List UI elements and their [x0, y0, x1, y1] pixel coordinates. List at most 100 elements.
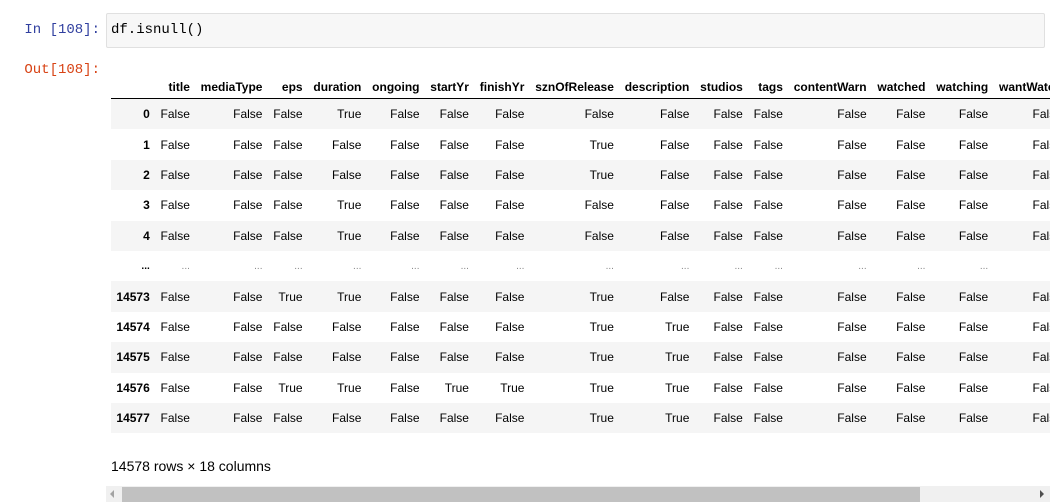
table-cell: False [439, 411, 469, 426]
table-cell: True [337, 107, 362, 122]
table-cell: False [495, 289, 525, 304]
table-row: 1 False False False False False False False True… [111, 129, 1050, 159]
table-cell: True [337, 289, 362, 304]
table-cell: False [896, 319, 926, 334]
table-cell: False [660, 167, 690, 182]
column-header: sznOfRelease [529, 75, 620, 99]
table-cell: False [837, 107, 867, 122]
table-cell: False [1032, 228, 1050, 243]
table-cell: ... [734, 260, 743, 272]
row-index: 14575 [116, 350, 150, 365]
table-cell: False [958, 107, 989, 122]
row-index: 1 [143, 137, 150, 152]
scrollbar-thumb[interactable] [122, 487, 920, 502]
table-cell: False [713, 380, 743, 395]
table-cell: True [589, 380, 614, 395]
table-cell: False [896, 107, 926, 122]
row-index: ... [141, 260, 150, 272]
table-cell: False [160, 198, 190, 213]
table-cell: False [837, 228, 867, 243]
table-cell: False [495, 350, 525, 365]
table-cell: ... [254, 260, 263, 272]
table-cell: False [660, 289, 690, 304]
table-cell: False [660, 228, 690, 243]
table-cell: False [439, 137, 469, 152]
table-cell: False [390, 228, 420, 243]
table-cell: False [713, 228, 743, 243]
column-header: startYr [424, 75, 475, 99]
column-header: studios [694, 75, 749, 99]
table-cell: ... [411, 260, 420, 272]
table-cell: False [753, 107, 783, 122]
table-cell: False [390, 380, 420, 395]
table-cell: False [896, 380, 926, 395]
table-cell: True [665, 350, 690, 365]
table-cell: False [896, 167, 926, 182]
table-cell: False [439, 228, 469, 243]
table-cell: False [1032, 411, 1050, 426]
scroll-left-arrow-icon[interactable] [110, 490, 114, 498]
table-cell: False [1032, 198, 1050, 213]
table-cell: False [837, 411, 867, 426]
table-cell: False [713, 167, 743, 182]
table-cell: False [233, 289, 263, 304]
table-cell: False [390, 411, 420, 426]
out-prompt: Out[108]: [24, 62, 100, 78]
table-cell: False [958, 380, 989, 395]
table-cell: ... [681, 260, 690, 272]
table-row: ........................................… [111, 251, 1050, 281]
table-cell: ... [181, 260, 190, 272]
scroll-right-arrow-icon[interactable] [1040, 490, 1044, 498]
table-cell: False [713, 289, 743, 304]
table-cell: True [500, 380, 525, 395]
table-cell: False [273, 350, 303, 365]
table-cell: False [1032, 137, 1050, 152]
column-header: finishYr [474, 75, 530, 99]
column-header: watching [930, 75, 994, 99]
table-cell: False [273, 167, 303, 182]
column-header: title [155, 75, 196, 99]
horizontal-scrollbar[interactable] [106, 486, 1050, 502]
table-cell: True [665, 380, 690, 395]
table-cell: False [233, 137, 263, 152]
table-cell: False [273, 137, 303, 152]
code-cell[interactable]: df.isnull() [106, 13, 1045, 48]
table-row: 2 False False False False False False False True… [111, 159, 1050, 191]
table-cell: False [837, 380, 867, 395]
table-cell: False [233, 198, 263, 213]
table-cell: False [753, 167, 783, 182]
table-cell: False [896, 198, 926, 213]
table-cell: False [439, 107, 469, 122]
table-cell: True [589, 289, 614, 304]
dataframe-summary: 14578 rows × 18 columns [111, 458, 271, 474]
table-row: 14575 False False False False False False False… [111, 342, 1050, 373]
table-cell: False [160, 107, 190, 122]
table-row: 3 False False False True False False False False… [111, 190, 1050, 220]
code-text[interactable]: df.isnull() [111, 22, 203, 38]
table-cell: False [958, 289, 989, 304]
table-cell: False [439, 319, 469, 334]
row-index: 14573 [116, 289, 150, 304]
table-cell: True [589, 350, 614, 365]
row-index: 14574 [116, 319, 150, 334]
table-cell: False [233, 380, 263, 395]
table-cell: False [495, 137, 525, 152]
table-cell: True [589, 411, 614, 426]
table-cell: False [958, 167, 989, 182]
table-cell: ... [917, 260, 926, 272]
table-cell: False [837, 289, 867, 304]
table-cell: False [837, 167, 867, 182]
table-cell: False [713, 137, 743, 152]
table-cell: False [1032, 107, 1050, 122]
table-cell: False [390, 289, 420, 304]
table-cell: False [233, 350, 263, 365]
column-header: description [619, 75, 695, 99]
table-cell: False [160, 228, 190, 243]
table-cell: False [713, 411, 743, 426]
table-cell: True [278, 380, 303, 395]
column-header: contentWarn [788, 75, 873, 99]
table-cell: False [390, 319, 420, 334]
table-cell: False [958, 350, 989, 365]
table-cell: ... [460, 260, 469, 272]
table-cell: False [753, 319, 783, 334]
